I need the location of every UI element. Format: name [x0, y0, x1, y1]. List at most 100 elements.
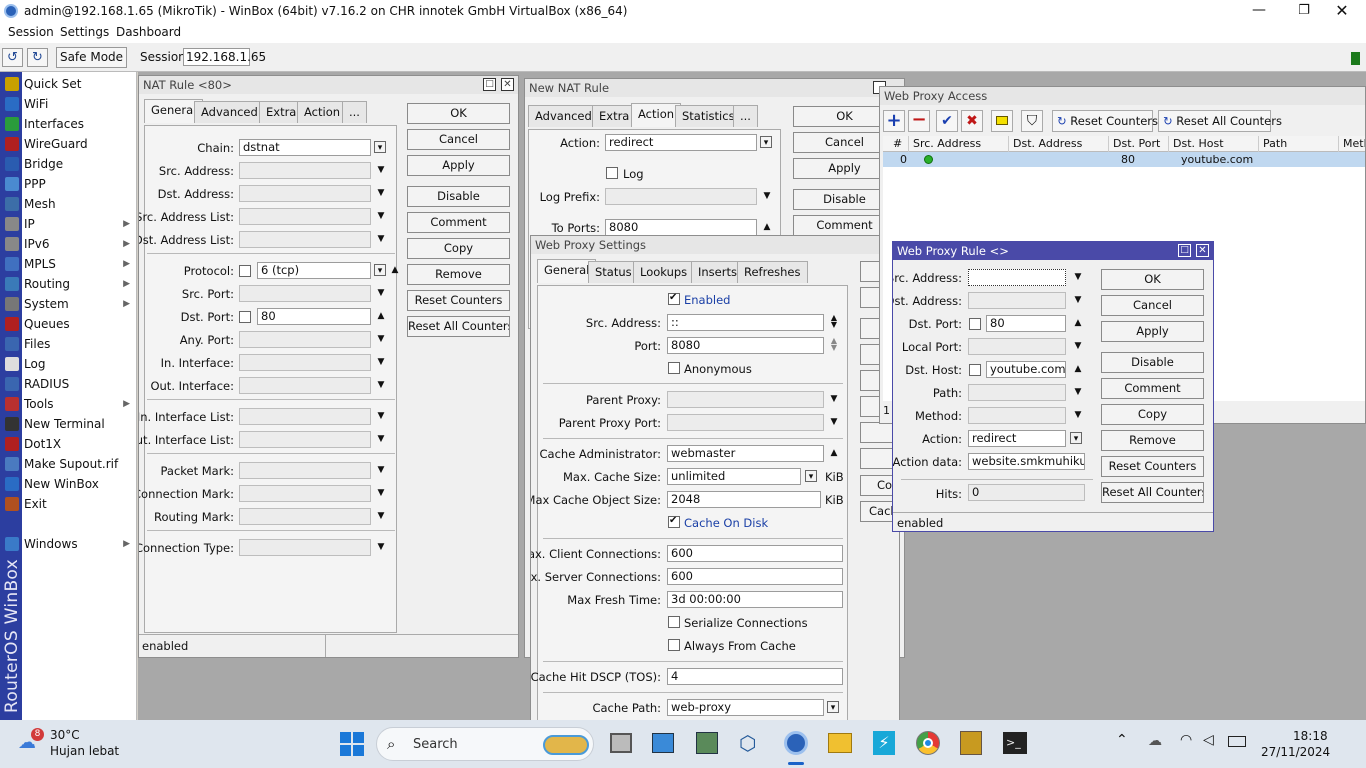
rule-action-data-input[interactable]: website.smkmuhikudus.	[968, 453, 1085, 470]
menu-dashboard[interactable]: Dashboard	[116, 25, 181, 39]
nat-cancel-button[interactable]: Cancel	[407, 129, 510, 150]
table-row[interactable]: 0 80 youtube.com	[883, 152, 1365, 167]
cache-path-dropdown-icon[interactable]: ▾	[827, 701, 839, 713]
column-header-path[interactable]: Path	[1259, 136, 1339, 152]
max-cache-size-input[interactable]: unlimited	[667, 468, 801, 485]
nat-comment-button[interactable]: Comment	[407, 212, 510, 233]
src-address-updown-icon[interactable]: ▲ ▼	[828, 314, 840, 329]
rule-copy-button[interactable]: Copy	[1101, 404, 1204, 425]
cache-on-disk-checkbox[interactable]	[668, 515, 680, 528]
tab-statistics[interactable]: Statistics	[675, 105, 742, 127]
rule-comment-button[interactable]: Comment	[1101, 378, 1204, 399]
dropdown-arrow-icon[interactable]: ▼	[375, 464, 387, 476]
tray-chevron-icon[interactable]: ⌃	[1116, 732, 1128, 748]
max-server-conn-input[interactable]: 600	[667, 568, 843, 585]
rule-dst-port-input[interactable]: 80	[986, 315, 1066, 332]
sidebar-item-new-winbox[interactable]: New WinBox	[5, 474, 136, 494]
dropdown-arrow-icon[interactable]: ▼	[375, 356, 387, 368]
sidebar-item-routing[interactable]: Routing ▶	[5, 274, 136, 294]
dropdown-arrow-icon[interactable]: ▼	[375, 433, 387, 445]
rule-src-address-input[interactable]	[968, 269, 1066, 286]
rule-apply-button[interactable]: Apply	[1101, 321, 1204, 342]
dropdown-arrow-icon[interactable]: ▼	[375, 187, 387, 199]
tab-lookups[interactable]: Lookups	[633, 261, 695, 283]
dropdown-arrow-icon[interactable]: ▼	[1072, 271, 1084, 283]
rule-ok-button[interactable]: OK	[1101, 269, 1204, 290]
nat-src-port-input[interactable]	[239, 285, 371, 302]
rule-dst-host-input[interactable]: youtube.com	[986, 361, 1066, 378]
nat-routing-mark-input[interactable]	[239, 508, 371, 525]
sidebar-item-make-supout-rif[interactable]: Make Supout.rif	[5, 454, 136, 474]
parent-proxy-dropdown-icon[interactable]: ▼	[828, 393, 840, 405]
dropdown-arrow-icon[interactable]: ▼	[375, 541, 387, 553]
parent-proxy-port-dropdown-icon[interactable]: ▼	[828, 416, 840, 428]
enabled-checkbox[interactable]	[668, 292, 680, 305]
nat-chain-input[interactable]: dstnat	[239, 139, 371, 156]
maximize-icon[interactable]: □	[1178, 244, 1191, 257]
add-icon[interactable]: +	[883, 110, 905, 132]
max-cache-object-input[interactable]: 2048	[667, 491, 821, 508]
nat-dst-port-negate-checkbox[interactable]	[239, 311, 251, 323]
start-icon[interactable]	[340, 732, 364, 756]
dropdown-button-icon[interactable]: ▾	[1070, 432, 1082, 444]
enable-icon[interactable]: ✔	[936, 110, 958, 132]
action-dropdown-icon[interactable]: ▾	[760, 136, 772, 148]
column-header-dst-address[interactable]: Dst. Address	[1009, 136, 1109, 152]
tray-wifi-icon[interactable]: ◠	[1180, 732, 1192, 748]
nat-src-address-list-input[interactable]	[239, 208, 371, 225]
column-header-meth[interactable]: Meth	[1339, 136, 1365, 152]
sidebar-item-dot1x[interactable]: Dot1X	[5, 434, 136, 454]
dropdown-arrow-icon[interactable]: ▼	[1072, 294, 1084, 306]
nat-protocol-input[interactable]: 6 (tcp)	[257, 262, 371, 279]
dropdown-arrow-icon[interactable]: ▼	[375, 510, 387, 522]
sidebar-item-exit[interactable]: Exit	[5, 494, 136, 514]
rule-local-port-input[interactable]	[968, 338, 1066, 355]
rule-reset-all-counters-button[interactable]: Reset All Counters	[1101, 482, 1204, 503]
arrow-up-icon[interactable]: ▲	[375, 310, 387, 322]
dropdown-arrow-icon[interactable]: ▼	[1072, 386, 1084, 398]
rule-dst-port-negate-checkbox[interactable]	[969, 318, 981, 330]
action-select[interactable]: redirect	[605, 134, 757, 151]
nat-dst-address-list-input[interactable]	[239, 231, 371, 248]
tab-status[interactable]: Status	[588, 261, 639, 283]
log-checkbox[interactable]	[606, 167, 618, 179]
clock-time[interactable]: 18:18	[1293, 729, 1328, 743]
sidebar-item-quick-set[interactable]: Quick Set	[5, 74, 136, 94]
rule-action-input[interactable]: redirect	[968, 430, 1066, 447]
nat-dst-address-input[interactable]	[239, 185, 371, 202]
dropdown-arrow-icon[interactable]: ▼	[375, 210, 387, 222]
dropdown-arrow-icon[interactable]: ▼	[375, 333, 387, 345]
task-view-icon[interactable]	[610, 733, 632, 753]
max-client-conn-input[interactable]: 600	[667, 545, 843, 562]
close-icon[interactable]: ✕	[501, 78, 514, 91]
nat-in-interface-list-input[interactable]	[239, 408, 371, 425]
tab-extra[interactable]: Extra	[592, 105, 637, 127]
nat-copy-button[interactable]: Copy	[407, 238, 510, 259]
app-chrome-icon[interactable]	[916, 731, 940, 755]
search-box[interactable]: ⌕ Search	[376, 727, 594, 761]
dropdown-arrow-icon[interactable]: ▼	[1072, 340, 1084, 352]
close-icon[interactable]: ✕	[1196, 244, 1209, 257]
dscp-input[interactable]: 4	[667, 668, 843, 685]
sidebar-item-interfaces[interactable]: Interfaces	[5, 114, 136, 134]
nat-reset-counters-button[interactable]: Reset Counters	[407, 290, 510, 311]
rule-disable-button[interactable]: Disable	[1101, 352, 1204, 373]
sidebar-item-mesh[interactable]: Mesh	[5, 194, 136, 214]
rule-dst-host-negate-checkbox[interactable]	[969, 364, 981, 376]
dropdown-arrow-icon[interactable]: ▼	[375, 287, 387, 299]
dropdown-arrow-icon[interactable]: ▼	[1072, 409, 1084, 421]
filter-icon[interactable]: ⛉	[1021, 110, 1043, 132]
parent-proxy-input[interactable]	[667, 391, 824, 408]
sidebar-item-ip[interactable]: IP ▶	[5, 214, 136, 234]
dropdown-arrow-icon[interactable]: ▼	[375, 487, 387, 499]
rule-path-input[interactable]	[968, 384, 1066, 401]
rule-method-input[interactable]	[968, 407, 1066, 424]
app-files-sync-icon[interactable]	[696, 732, 718, 754]
parent-proxy-port-input[interactable]	[667, 414, 824, 431]
app-terminal-icon[interactable]: >_	[1003, 732, 1027, 754]
safe-mode-button[interactable]: Safe Mode	[56, 47, 127, 68]
tray-cloud-icon[interactable]: ☁	[1148, 733, 1162, 749]
nat-out-interface-list-input[interactable]	[239, 431, 371, 448]
tab-advanced[interactable]: Advanced	[528, 105, 599, 127]
max-cache-size-dropdown-icon[interactable]: ▾	[805, 470, 817, 482]
